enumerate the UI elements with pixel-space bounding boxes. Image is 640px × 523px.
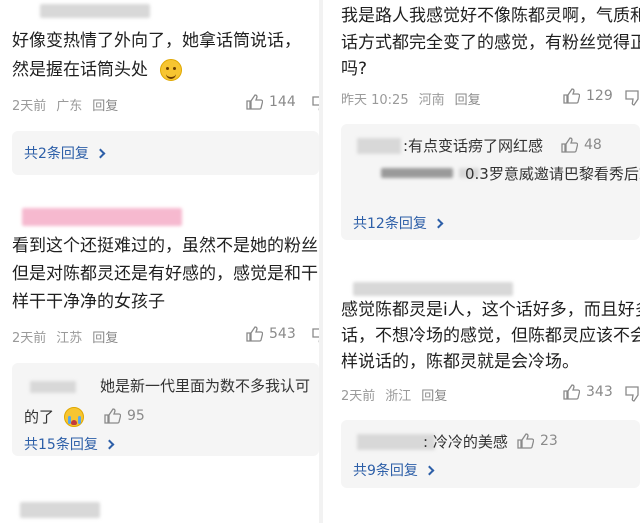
comment-text: 看到这个还挺难过的，虽然不是她的粉丝 <box>12 236 318 256</box>
chevron-right-icon <box>433 218 444 228</box>
reply-box: :有点变话痨了网红感 48 0.3罗意威邀请巴黎看秀后就 共12条回复 <box>341 124 640 240</box>
chevron-right-icon <box>104 439 115 449</box>
reply-box: 共2条回复 <box>12 131 319 175</box>
reply-button[interactable]: 回复 <box>92 99 118 114</box>
comment-location: 广东 <box>56 99 83 114</box>
thumbs-up-icon <box>517 433 534 449</box>
comment-time: 昨天 10:25 <box>341 93 409 108</box>
reply-like-count: 23 <box>540 433 558 449</box>
blurred-username <box>40 4 150 18</box>
blurred-replier-name <box>381 168 453 178</box>
replies-count-text: 共9条回复 <box>353 463 418 479</box>
like-button[interactable]: 129 <box>563 88 613 104</box>
reply-text: : 冷冷的美感 <box>423 432 508 452</box>
thumbs-down-icon[interactable] <box>312 96 319 112</box>
reply-box: 她是新一代里面为数不多我认可 的了 95 共15条回复 <box>12 363 319 456</box>
comment-text: 我是路人我感觉好不像陈都灵啊，气质和 <box>341 6 640 26</box>
crying-emoji-icon <box>64 407 84 427</box>
comment-text: 话，不想冷场的感觉，但陈都灵应该不会 <box>341 326 640 346</box>
right-comment-panel: 我是路人我感觉好不像陈都灵啊，气质和 话方式都完全变了的感觉，有粉丝觉得正 吗?… <box>323 0 640 523</box>
blurred-replier-name <box>357 138 401 154</box>
replies-count-text: 共15条回复 <box>24 437 98 453</box>
reply-text: :有点变话痨了网红感 <box>403 137 544 155</box>
thumbs-up-icon <box>246 326 263 342</box>
reply-like-button[interactable]: 95 <box>104 408 145 424</box>
view-replies-link[interactable]: 共2条回复 <box>24 143 106 163</box>
comment-time: 2天前 <box>12 99 47 114</box>
comment-text: 然是握在话筒头处 <box>12 60 148 80</box>
comment-meta: 2天前 广东 回复 <box>12 95 128 114</box>
grinning-emoji-icon <box>160 59 182 81</box>
chevron-right-icon <box>95 148 106 158</box>
comment-time: 2天前 <box>12 331 47 346</box>
thumbs-up-icon <box>563 88 580 104</box>
blurred-username <box>353 282 513 296</box>
replies-count-text: 共12条回复 <box>353 216 427 232</box>
like-button[interactable]: 144 <box>246 94 296 110</box>
blurred-replier-name <box>30 381 76 393</box>
like-count: 129 <box>586 88 613 104</box>
thumbs-down-icon[interactable] <box>625 90 639 106</box>
view-replies-link[interactable]: 共9条回复 <box>353 460 435 480</box>
thumbs-up-icon <box>104 408 121 424</box>
reply-text: 的了 <box>24 408 55 426</box>
comment-text: 吗? <box>341 59 368 79</box>
blurred-username <box>20 502 100 518</box>
comment-text: 好像变热情了外向了，她拿话筒说话， <box>12 31 301 51</box>
reply-like-button[interactable]: 48 <box>561 137 602 153</box>
comment-location: 河南 <box>418 93 445 108</box>
reply-text-content: 冷冷的美感 <box>432 433 508 451</box>
like-count: 343 <box>586 384 613 400</box>
like-button[interactable]: 343 <box>563 384 613 400</box>
replies-count-text: 共2条回复 <box>24 146 89 162</box>
reply-text: 0.3罗意威邀请巴黎看秀后就 <box>465 165 640 183</box>
comment-text: 但是对陈都灵还是有好感的，感觉是和干 <box>12 264 318 284</box>
left-comment-panel: 好像变热情了外向了，她拿话筒说话， 然是握在话筒头处 2天前 广东 回复 144 共… <box>0 0 319 523</box>
comment-meta: 2天前 浙江 回复 <box>341 385 457 404</box>
comment-text: 感觉陈都灵是i人，这个话好多，而且好多 <box>341 300 640 320</box>
comment-time: 2天前 <box>341 389 376 404</box>
chevron-right-icon <box>424 465 435 475</box>
reply-button[interactable]: 回复 <box>92 331 118 346</box>
reply-box: : 冷冷的美感 23 共9条回复 <box>341 420 640 488</box>
thumbs-down-icon[interactable] <box>625 386 639 402</box>
reply-button[interactable]: 回复 <box>421 389 447 404</box>
comment-meta: 2天前 江苏 回复 <box>12 327 128 346</box>
reply-like-count: 48 <box>584 137 602 153</box>
comment-text: 样干干净净的女孩子 <box>12 292 165 312</box>
blurred-username <box>22 208 182 226</box>
comment-location: 浙江 <box>385 389 412 404</box>
like-count: 543 <box>269 326 296 342</box>
comment-text: 话方式都完全变了的感觉，有粉丝觉得正 <box>341 33 640 53</box>
view-replies-link[interactable]: 共12条回复 <box>353 213 444 233</box>
reply-button[interactable]: 回复 <box>455 93 481 108</box>
reply-like-count: 95 <box>127 408 145 424</box>
like-button[interactable]: 543 <box>246 326 296 342</box>
thumbs-up-icon <box>563 384 580 400</box>
thumbs-down-icon[interactable] <box>312 328 319 344</box>
thumbs-up-icon <box>561 137 578 153</box>
comment-meta: 昨天 10:25 河南 回复 <box>341 89 491 108</box>
comment-location: 江苏 <box>56 331 83 346</box>
reply-text: 她是新一代里面为数不多我认可 <box>100 377 311 395</box>
comment-text: 样说话的，陈都灵就是会冷场。 <box>341 352 579 372</box>
view-replies-link[interactable]: 共15条回复 <box>24 434 115 454</box>
reply-separator: : <box>423 433 433 451</box>
thumbs-up-icon <box>246 94 263 110</box>
reply-like-button[interactable]: 23 <box>517 433 558 449</box>
like-count: 144 <box>269 94 296 110</box>
